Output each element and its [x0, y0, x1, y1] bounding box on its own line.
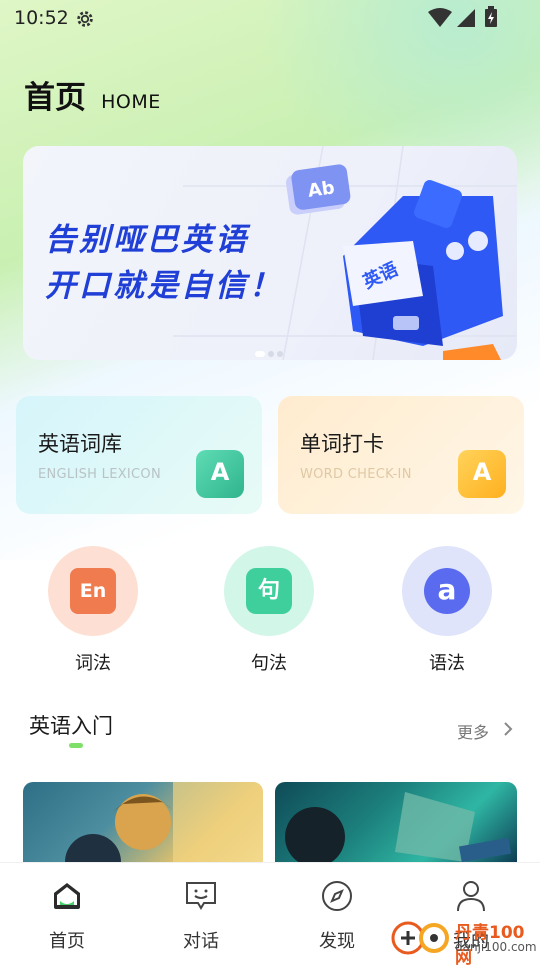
category-lexis[interactable]: En 词法: [48, 546, 138, 675]
category-syntax[interactable]: 句 句法: [224, 546, 314, 675]
grammar-icon: a: [424, 568, 470, 614]
thumbnail-illustration: [65, 782, 263, 862]
promo-banner[interactable]: Ab 英语 告别哑巴英语 开口就是自信！: [23, 146, 517, 360]
category-disc: a: [402, 546, 492, 636]
profile-icon: [457, 881, 485, 912]
carousel-dot: [277, 351, 283, 357]
card-title: 英语词库: [38, 432, 122, 456]
banner-headline-2: 开口就是自信！: [45, 268, 283, 304]
page-title: 首页: [24, 80, 86, 116]
word-checkin-card[interactable]: 单词打卡 WORD CHECK-IN A: [278, 396, 524, 514]
category-grammar[interactable]: a 语法: [402, 546, 492, 675]
banner-headline-1: 告别哑巴英语: [45, 222, 249, 258]
battery-icon: [485, 6, 497, 27]
status-time: 10:52: [14, 7, 69, 29]
tab-chat[interactable]: 对话: [156, 879, 246, 953]
carousel-dot: [268, 351, 274, 357]
book-icon: A: [196, 450, 244, 498]
card-subtitle: ENGLISH LEXICON: [38, 467, 161, 482]
gear-icon: [77, 11, 93, 27]
carousel-indicator: [255, 342, 286, 360]
page-subtitle: HOME: [101, 91, 161, 113]
carousel-dot-active: [255, 351, 265, 357]
sentence-icon: 句: [246, 568, 292, 614]
category-disc: 句: [224, 546, 314, 636]
signal-icon: [457, 9, 475, 27]
svg-text:Ab: Ab: [306, 177, 336, 202]
category-label: 词法: [75, 653, 111, 674]
compass-icon: [322, 881, 352, 911]
tab-label: 对话: [183, 931, 219, 952]
tab-discover[interactable]: 发现: [292, 879, 382, 953]
section-title: 英语入门: [29, 714, 113, 738]
page-header: 首页 HOME: [24, 72, 161, 117]
tab-label: 首页: [49, 931, 85, 952]
status-bar: 10:52: [0, 0, 540, 36]
course-thumbnail[interactable]: [23, 782, 263, 862]
category-label: 语法: [429, 653, 465, 674]
category-disc: En: [48, 546, 138, 636]
watermark-url: danji100.com: [455, 940, 537, 954]
wifi-icon: [428, 8, 452, 27]
chat-icon: [186, 882, 216, 910]
section-title-underline: [69, 743, 83, 748]
letter-a-icon: A: [458, 450, 506, 498]
english-lexicon-card[interactable]: 英语词库 ENGLISH LEXICON A: [16, 396, 262, 514]
more-link[interactable]: 更多: [457, 719, 489, 743]
home-icon: [54, 883, 80, 909]
category-label: 句法: [251, 653, 287, 674]
thumbnail-illustration: [285, 792, 512, 862]
tab-label: 发现: [319, 931, 355, 952]
card-title: 单词打卡: [300, 432, 384, 456]
chevron-right-icon[interactable]: [503, 721, 513, 737]
course-thumbnail[interactable]: [275, 782, 517, 862]
tab-home[interactable]: 首页: [22, 879, 112, 953]
card-subtitle: WORD CHECK-IN: [300, 467, 412, 482]
en-icon: En: [70, 568, 116, 614]
